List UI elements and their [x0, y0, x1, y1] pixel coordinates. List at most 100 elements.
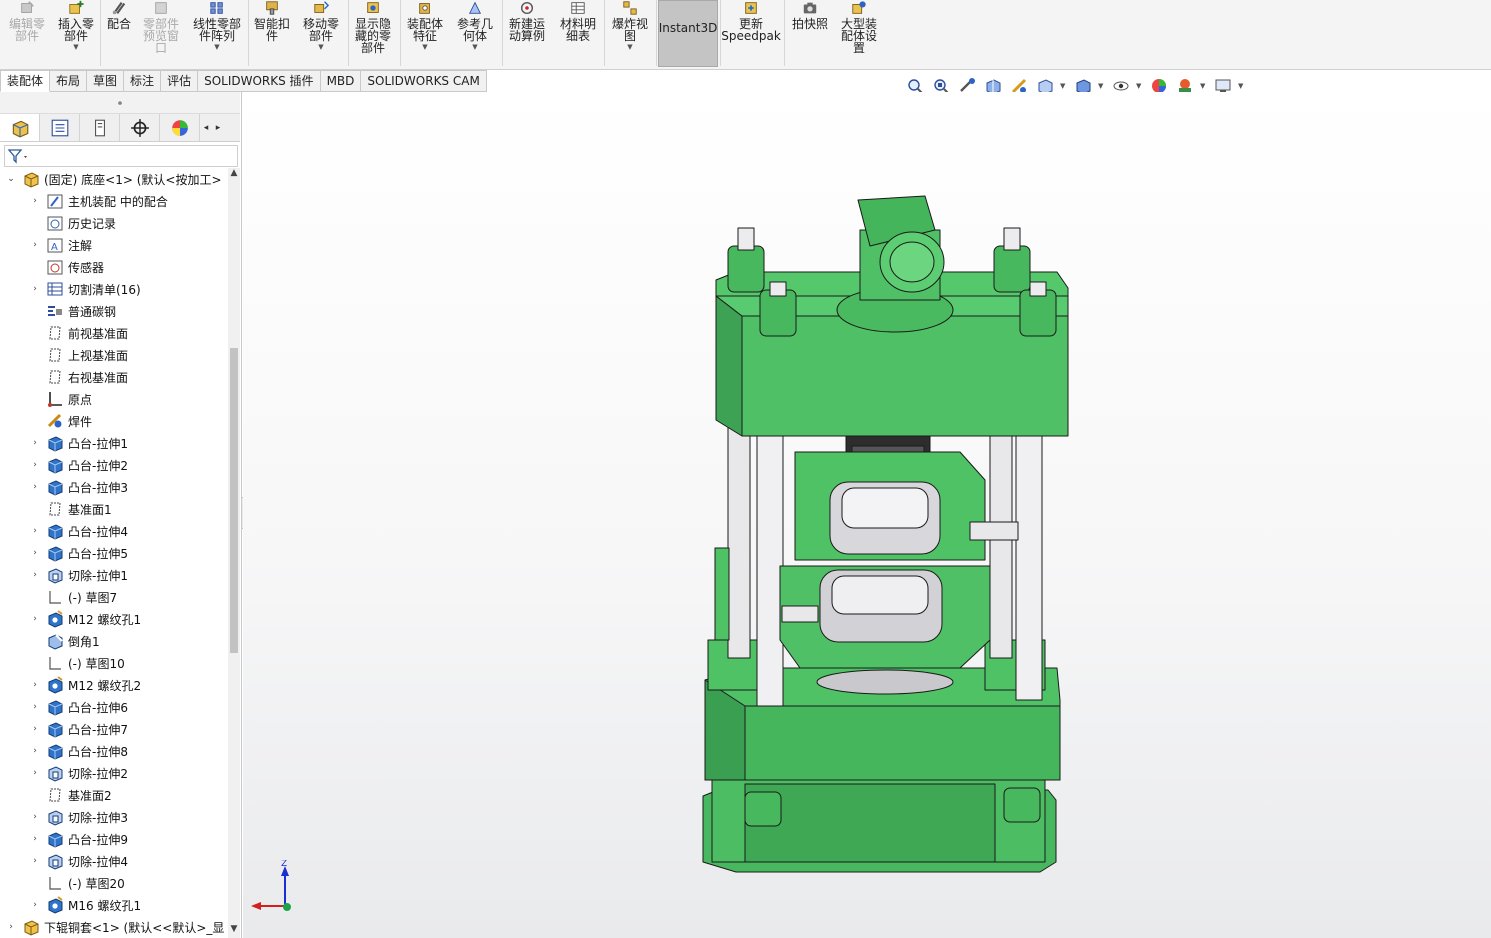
snapshot-button[interactable]: 拍快照	[786, 0, 834, 66]
tree-expander-icon[interactable]: ›	[30, 614, 40, 624]
tree-scrollbar[interactable]: ▲ ▼	[228, 168, 240, 938]
filter-icon[interactable]	[8, 148, 30, 164]
tree-expander-icon[interactable]: ›	[30, 570, 40, 580]
tree-expander-icon[interactable]: ›	[30, 482, 40, 492]
tree-item[interactable]: 原点	[0, 388, 228, 410]
tree-item[interactable]: › M12 螺纹孔1	[0, 608, 228, 630]
tree-expander-icon[interactable]: ›	[30, 812, 40, 822]
assembly-feature-button[interactable]: 装配体 特征 ▼	[402, 0, 448, 66]
tab-6[interactable]: MBD	[320, 70, 362, 92]
tree-item[interactable]: 前视基准面	[0, 322, 228, 344]
reference-geometry-button[interactable]: 参考几 何体 ▼	[452, 0, 498, 66]
tab-7[interactable]: SOLIDWORKS CAM	[361, 70, 487, 92]
tree-item[interactable]: › 凸台-拉伸6	[0, 696, 228, 718]
scroll-thumb[interactable]	[230, 348, 238, 653]
edit-component-button[interactable]: 编辑零 部件	[6, 0, 48, 66]
scroll-left-icon[interactable]: ◂	[200, 114, 212, 141]
tree-item[interactable]: 传感器	[0, 256, 228, 278]
tree-item[interactable]: › 凸台-拉伸5	[0, 542, 228, 564]
display-manager-icon[interactable]	[160, 114, 200, 141]
exploded-view-button[interactable]: 爆炸视 图 ▼	[606, 0, 654, 66]
dropdown-arrow-icon[interactable]: ▼	[214, 43, 219, 51]
tree-item[interactable]: › 凸台-拉伸4	[0, 520, 228, 542]
tree-expander-icon[interactable]: ›	[30, 284, 40, 294]
tab-1[interactable]: 布局	[50, 70, 88, 92]
tree-expander-icon[interactable]: ›	[30, 548, 40, 558]
tree-expander-icon[interactable]: ›	[30, 240, 40, 250]
tree-expander-icon[interactable]: ⌄	[6, 174, 16, 184]
tree-item[interactable]: 倒角1	[0, 630, 228, 652]
smart-fastener-button[interactable]: 智能扣 件	[250, 0, 294, 66]
dropdown-arrow-icon[interactable]: ▼	[422, 43, 427, 51]
tree-expander-icon[interactable]: ›	[30, 900, 40, 910]
configuration-manager-icon[interactable]	[80, 114, 120, 141]
dropdown-arrow-icon[interactable]: ▼	[318, 43, 323, 51]
tree-expander-icon[interactable]: ›	[30, 834, 40, 844]
tree-item[interactable]: (-) 草图20	[0, 872, 228, 894]
tree-item[interactable]: ⌄ (固定) 底座<1> (默认<按加工>	[0, 168, 228, 190]
instant3d-button[interactable]: Instant3D	[658, 0, 718, 67]
show-hidden-button[interactable]: 显示隐 藏的零 部件	[350, 0, 396, 66]
property-manager-icon[interactable]	[40, 114, 80, 141]
tab-3[interactable]: 标注	[124, 70, 162, 92]
tree-expander-icon[interactable]: ›	[30, 768, 40, 778]
tree-item[interactable]: › 凸台-拉伸7	[0, 718, 228, 740]
dropdown-arrow-icon[interactable]: ▼	[1238, 82, 1246, 90]
tree-item[interactable]: 基准面1	[0, 498, 228, 520]
tree-expander-icon[interactable]: ›	[30, 196, 40, 206]
insert-component-button[interactable]: 插入零 部件 ▼	[54, 0, 98, 66]
tree-item[interactable]: › 切除-拉伸2	[0, 762, 228, 784]
dimxpert-icon[interactable]	[120, 114, 160, 141]
tree-item[interactable]: › 下辊铜套<1> (默认<<默认>_显	[0, 916, 228, 938]
tree-expander-icon[interactable]: ›	[30, 526, 40, 536]
tree-item[interactable]: (-) 草图7	[0, 586, 228, 608]
tree-item[interactable]: › 切割清单(16)	[0, 278, 228, 300]
feature-manager-icon[interactable]	[0, 114, 40, 141]
tab-0[interactable]: 装配体	[0, 70, 51, 92]
dropdown-arrow-icon[interactable]: ▼	[1098, 82, 1106, 90]
dropdown-arrow-icon[interactable]: ▼	[1200, 82, 1208, 90]
graphics-area[interactable]: Z	[243, 92, 1491, 938]
tree-expander-icon[interactable]: ›	[30, 702, 40, 712]
tree-item[interactable]: 右视基准面	[0, 366, 228, 388]
panel-grip[interactable]: ⦁	[0, 92, 240, 114]
speedpak-button[interactable]: 更新 Speedpak	[721, 0, 781, 66]
tree-item[interactable]: 历史记录	[0, 212, 228, 234]
scroll-up-icon[interactable]: ▲	[228, 168, 240, 182]
press-machine-model[interactable]	[243, 92, 1491, 938]
tree-item[interactable]: › 切除-拉伸1	[0, 564, 228, 586]
tree-item[interactable]: › M16 螺纹孔1	[0, 894, 228, 916]
dropdown-arrow-icon[interactable]: ▼	[627, 43, 632, 51]
tree-item[interactable]: 焊件	[0, 410, 228, 432]
tree-item[interactable]: › 切除-拉伸4	[0, 850, 228, 872]
bom-button[interactable]: 材料明 细表	[556, 0, 600, 66]
scroll-down-icon[interactable]: ▼	[228, 924, 240, 938]
tree-item[interactable]: 基准面2	[0, 784, 228, 806]
tree-expander-icon[interactable]: ›	[30, 746, 40, 756]
dropdown-arrow-icon[interactable]: ▼	[1060, 82, 1068, 90]
tree-item[interactable]: › 切除-拉伸3	[0, 806, 228, 828]
tree-item[interactable]: › 凸台-拉伸3	[0, 476, 228, 498]
linear-pattern-button[interactable]: 线性零部 件阵列 ▼	[188, 0, 246, 66]
tree-item[interactable]: 普通碳钢	[0, 300, 228, 322]
motion-study-button[interactable]: 新建运 动算例	[504, 0, 550, 66]
scroll-right-icon[interactable]: ▸	[212, 114, 224, 141]
tree-item[interactable]: › 凸台-拉伸8	[0, 740, 228, 762]
tree-filter[interactable]	[4, 145, 238, 167]
tree-expander-icon[interactable]: ›	[30, 460, 40, 470]
tree-expander-icon[interactable]: ›	[30, 438, 40, 448]
component-preview-button[interactable]: 零部件 预览窗 口	[138, 0, 184, 66]
large-assembly-button[interactable]: 大型装 配体设 置	[836, 0, 882, 66]
tab-4[interactable]: 评估	[161, 70, 199, 92]
tree-item[interactable]: › M12 螺纹孔2	[0, 674, 228, 696]
tree-expander-icon[interactable]: ›	[6, 922, 16, 932]
dropdown-arrow-icon[interactable]: ▼	[73, 43, 78, 51]
tree-expander-icon[interactable]: ›	[30, 680, 40, 690]
tree-item[interactable]: › 凸台-拉伸1	[0, 432, 228, 454]
tree-item[interactable]: › 凸台-拉伸9	[0, 828, 228, 850]
tree-item[interactable]: 上视基准面	[0, 344, 228, 366]
dropdown-arrow-icon[interactable]: ▼	[472, 43, 477, 51]
tree-item[interactable]: › A 注解	[0, 234, 228, 256]
mate-button[interactable]: 配合	[102, 0, 136, 66]
dropdown-arrow-icon[interactable]: ▼	[1136, 82, 1144, 90]
